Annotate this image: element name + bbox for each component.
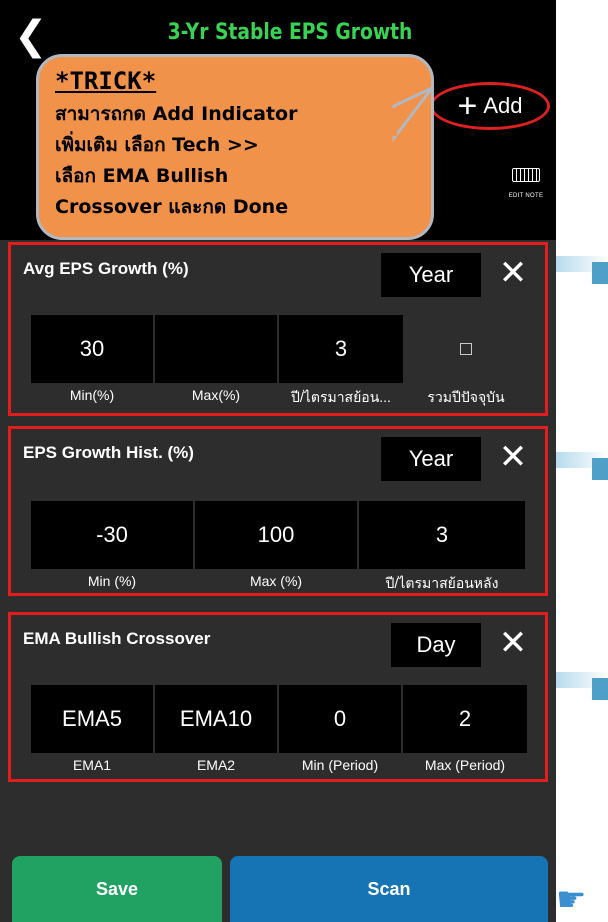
trick-line-1: สามารถกด Add Indicator xyxy=(55,103,298,125)
indicator-card-ema-bullish-crossover: EMA Bullish Crossover Day ✕ EMA5 EMA1 EM… xyxy=(8,612,548,782)
add-label: Add xyxy=(483,93,523,118)
min-caption: Min(%) xyxy=(69,387,115,403)
max-input[interactable]: 100 xyxy=(195,501,357,569)
period-count-caption: ปี/ไตรมาสย้อน... xyxy=(291,389,391,405)
period-count-caption: ปี/ไตรมาสย้อนหลัง xyxy=(385,575,499,591)
trick-callout: *TRICK* สามารถกด Add Indicator เพิ่มเติม… xyxy=(36,54,434,240)
include-current-year-caption: รวมปีปัจจุบัน xyxy=(427,389,505,405)
indicator-name: Avg EPS Growth (%) xyxy=(23,259,189,278)
close-icon: ✕ xyxy=(498,254,528,292)
remove-indicator-button[interactable]: ✕ xyxy=(493,437,533,477)
back-button[interactable]: ❮ xyxy=(14,12,50,60)
add-indicator-button[interactable]: + Add xyxy=(430,82,550,130)
trick-line-2: เพิ่มเติม เลือก Tech >> xyxy=(55,134,259,156)
edit-note-button[interactable]: EDIT NOTE xyxy=(500,168,552,202)
period-selector[interactable]: Day xyxy=(391,623,481,667)
indicator-card-eps-growth-hist: EPS Growth Hist. (%) Year ✕ -30 Min (%) … xyxy=(8,426,548,596)
min-period-input[interactable]: 0 xyxy=(279,685,401,753)
include-current-year-checkbox[interactable] xyxy=(460,343,472,355)
remove-indicator-button[interactable]: ✕ xyxy=(493,623,533,663)
max-period-input[interactable]: 2 xyxy=(403,685,527,753)
page-title: 3-Yr Stable EPS Growth xyxy=(167,20,413,45)
max-field[interactable]: 100 Max (%) xyxy=(195,501,357,595)
max-input[interactable] xyxy=(155,315,277,383)
indicator-card-avg-eps-growth: Avg EPS Growth (%) Year ✕ 30 Min(%) Max(… xyxy=(8,242,548,416)
max-period-field[interactable]: 2 Max (Period) xyxy=(403,685,527,773)
indicator-name: EMA Bullish Crossover xyxy=(23,629,211,648)
keyboard-icon xyxy=(512,168,540,182)
max-period-caption: Max (Period) xyxy=(424,757,506,773)
ema2-field[interactable]: EMA10 EMA2 xyxy=(155,685,277,773)
period-count-input[interactable]: 3 xyxy=(279,315,403,383)
period-selector[interactable]: Year xyxy=(381,253,481,297)
close-icon: ✕ xyxy=(498,438,528,476)
remove-indicator-button[interactable]: ✕ xyxy=(493,253,533,293)
min-input[interactable]: 30 xyxy=(31,315,153,383)
ema1-input[interactable]: EMA5 xyxy=(31,685,153,753)
side-marker xyxy=(592,458,608,480)
ema1-field[interactable]: EMA5 EMA1 xyxy=(31,685,153,773)
edit-note-label: EDIT NOTE xyxy=(508,193,544,199)
period-count-field[interactable]: 3 ปี/ไตรมาสย้อน... xyxy=(279,315,403,409)
ema2-input[interactable]: EMA10 xyxy=(155,685,277,753)
min-input[interactable]: -30 xyxy=(31,501,193,569)
include-current-year-checkbox-wrap[interactable] xyxy=(405,315,527,383)
pointing-hand-icon: ☛ xyxy=(556,881,587,919)
side-marker xyxy=(592,262,608,284)
min-field[interactable]: 30 Min(%) xyxy=(31,315,153,409)
trick-line-4: Crossover และกด Done xyxy=(55,196,289,218)
trick-line-3: เลือก EMA Bullish xyxy=(55,165,229,187)
min-field[interactable]: -30 Min (%) xyxy=(31,501,193,595)
trick-title: *TRICK* xyxy=(55,67,157,95)
min-period-field[interactable]: 0 Min (Period) xyxy=(279,685,401,773)
save-button[interactable]: Save xyxy=(12,856,222,922)
ema2-caption: EMA2 xyxy=(196,757,236,773)
indicator-name: EPS Growth Hist. (%) xyxy=(23,443,194,462)
callout-tail xyxy=(391,86,434,142)
scan-button[interactable]: Scan xyxy=(230,856,548,922)
max-caption: Max(%) xyxy=(191,387,241,403)
chevron-left-icon: ❮ xyxy=(14,14,48,58)
max-field[interactable]: Max(%) xyxy=(155,315,277,409)
side-marker xyxy=(592,678,608,700)
ema1-caption: EMA1 xyxy=(72,757,112,773)
period-count-field[interactable]: 3 ปี/ไตรมาสย้อนหลัง xyxy=(359,501,525,595)
min-caption: Min (%) xyxy=(87,573,137,589)
period-count-input[interactable]: 3 xyxy=(359,501,525,569)
app-screen: ❮ 3-Yr Stable EPS Growth + Add EDIT NOTE… xyxy=(0,0,556,922)
period-selector[interactable]: Year xyxy=(381,437,481,481)
max-caption: Max (%) xyxy=(249,573,303,589)
min-period-caption: Min (Period) xyxy=(301,757,379,773)
close-icon: ✕ xyxy=(498,624,528,662)
include-current-year-field[interactable]: รวมปีปัจจุบัน xyxy=(405,315,527,409)
plus-icon: + xyxy=(457,87,478,125)
